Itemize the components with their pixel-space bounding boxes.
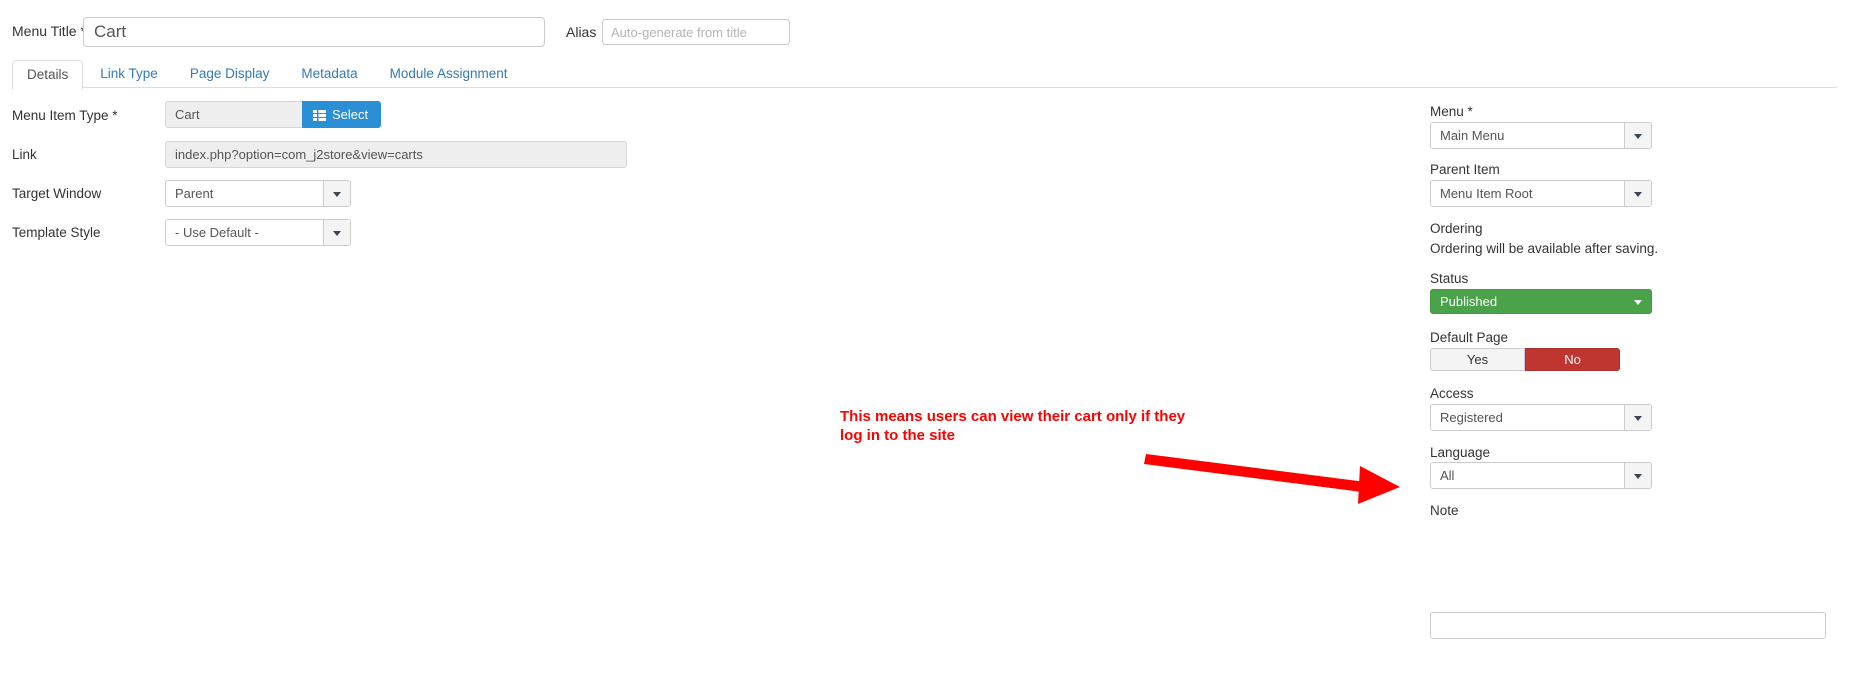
chevron-down-icon[interactable] — [323, 220, 350, 245]
target-window-value: Parent — [175, 181, 213, 206]
default-page-yes-button[interactable]: Yes — [1430, 348, 1525, 371]
select-button-label: Select — [332, 107, 368, 122]
link-label: Link — [12, 147, 37, 162]
link-value: index.php?option=com_j2store&view=carts — [165, 141, 627, 168]
tab-page-display[interactable]: Page Display — [175, 59, 285, 89]
menu-item-type-value: Cart — [165, 101, 305, 128]
annotation-text: This means users can view their cart onl… — [840, 407, 1270, 445]
chevron-down-icon[interactable] — [1624, 123, 1651, 148]
language-label: Language — [1430, 445, 1490, 460]
tab-metadata[interactable]: Metadata — [286, 59, 372, 89]
language-dropdown[interactable]: All — [1430, 462, 1652, 489]
default-page-toggle: Yes No — [1430, 348, 1620, 371]
status-label: Status — [1430, 271, 1468, 286]
chevron-down-icon[interactable] — [323, 181, 350, 206]
tab-details[interactable]: Details — [12, 60, 83, 90]
access-value: Registered — [1440, 405, 1503, 430]
default-page-label: Default Page — [1430, 330, 1508, 345]
language-value: All — [1440, 463, 1454, 488]
menu-value: Main Menu — [1440, 123, 1504, 148]
note-label: Note — [1430, 503, 1459, 518]
note-input[interactable] — [1430, 612, 1826, 639]
chevron-down-icon[interactable] — [1624, 463, 1651, 488]
alias-input[interactable] — [602, 19, 790, 45]
annotation-arrow-icon — [1130, 440, 1430, 530]
menu-item-type-label: Menu Item Type * — [12, 108, 118, 123]
menu-dropdown[interactable]: Main Menu — [1430, 122, 1652, 149]
target-window-dropdown[interactable]: Parent — [165, 180, 351, 207]
parent-item-value: Menu Item Root — [1440, 181, 1533, 206]
status-dropdown[interactable]: Published — [1430, 289, 1652, 314]
template-style-dropdown[interactable]: - Use Default - — [165, 219, 351, 246]
tab-module-assignment[interactable]: Module Assignment — [375, 59, 523, 89]
access-dropdown[interactable]: Registered — [1430, 404, 1652, 431]
parent-item-label: Parent Item — [1430, 162, 1500, 177]
list-icon — [313, 104, 326, 129]
template-style-value: - Use Default - — [175, 220, 259, 245]
chevron-down-icon[interactable] — [1624, 405, 1651, 430]
default-page-no-button[interactable]: No — [1525, 348, 1620, 371]
parent-item-dropdown[interactable]: Menu Item Root — [1430, 180, 1652, 207]
menu-label: Menu * — [1430, 104, 1473, 119]
tab-link-type[interactable]: Link Type — [85, 59, 173, 89]
chevron-down-icon[interactable] — [1624, 290, 1651, 313]
ordering-label: Ordering — [1430, 221, 1483, 236]
access-label: Access — [1430, 386, 1474, 401]
menu-item-type-select-button[interactable]: Select — [302, 101, 381, 128]
chevron-down-icon[interactable] — [1624, 181, 1651, 206]
tab-bar: Details Link Type Page Display Metadata … — [12, 59, 1837, 88]
template-style-label: Template Style — [12, 225, 101, 240]
target-window-label: Target Window — [12, 186, 101, 201]
ordering-message: Ordering will be available after saving. — [1430, 241, 1658, 256]
title-row: Menu Title * Alias — [0, 0, 1849, 62]
menu-title-label: Menu Title * — [12, 23, 86, 39]
status-value: Published — [1440, 290, 1497, 313]
menu-title-input[interactable] — [83, 17, 545, 47]
alias-label: Alias — [566, 24, 596, 40]
menu-item-edit-page: Menu Title * Alias Details Link Type Pag… — [0, 0, 1849, 679]
